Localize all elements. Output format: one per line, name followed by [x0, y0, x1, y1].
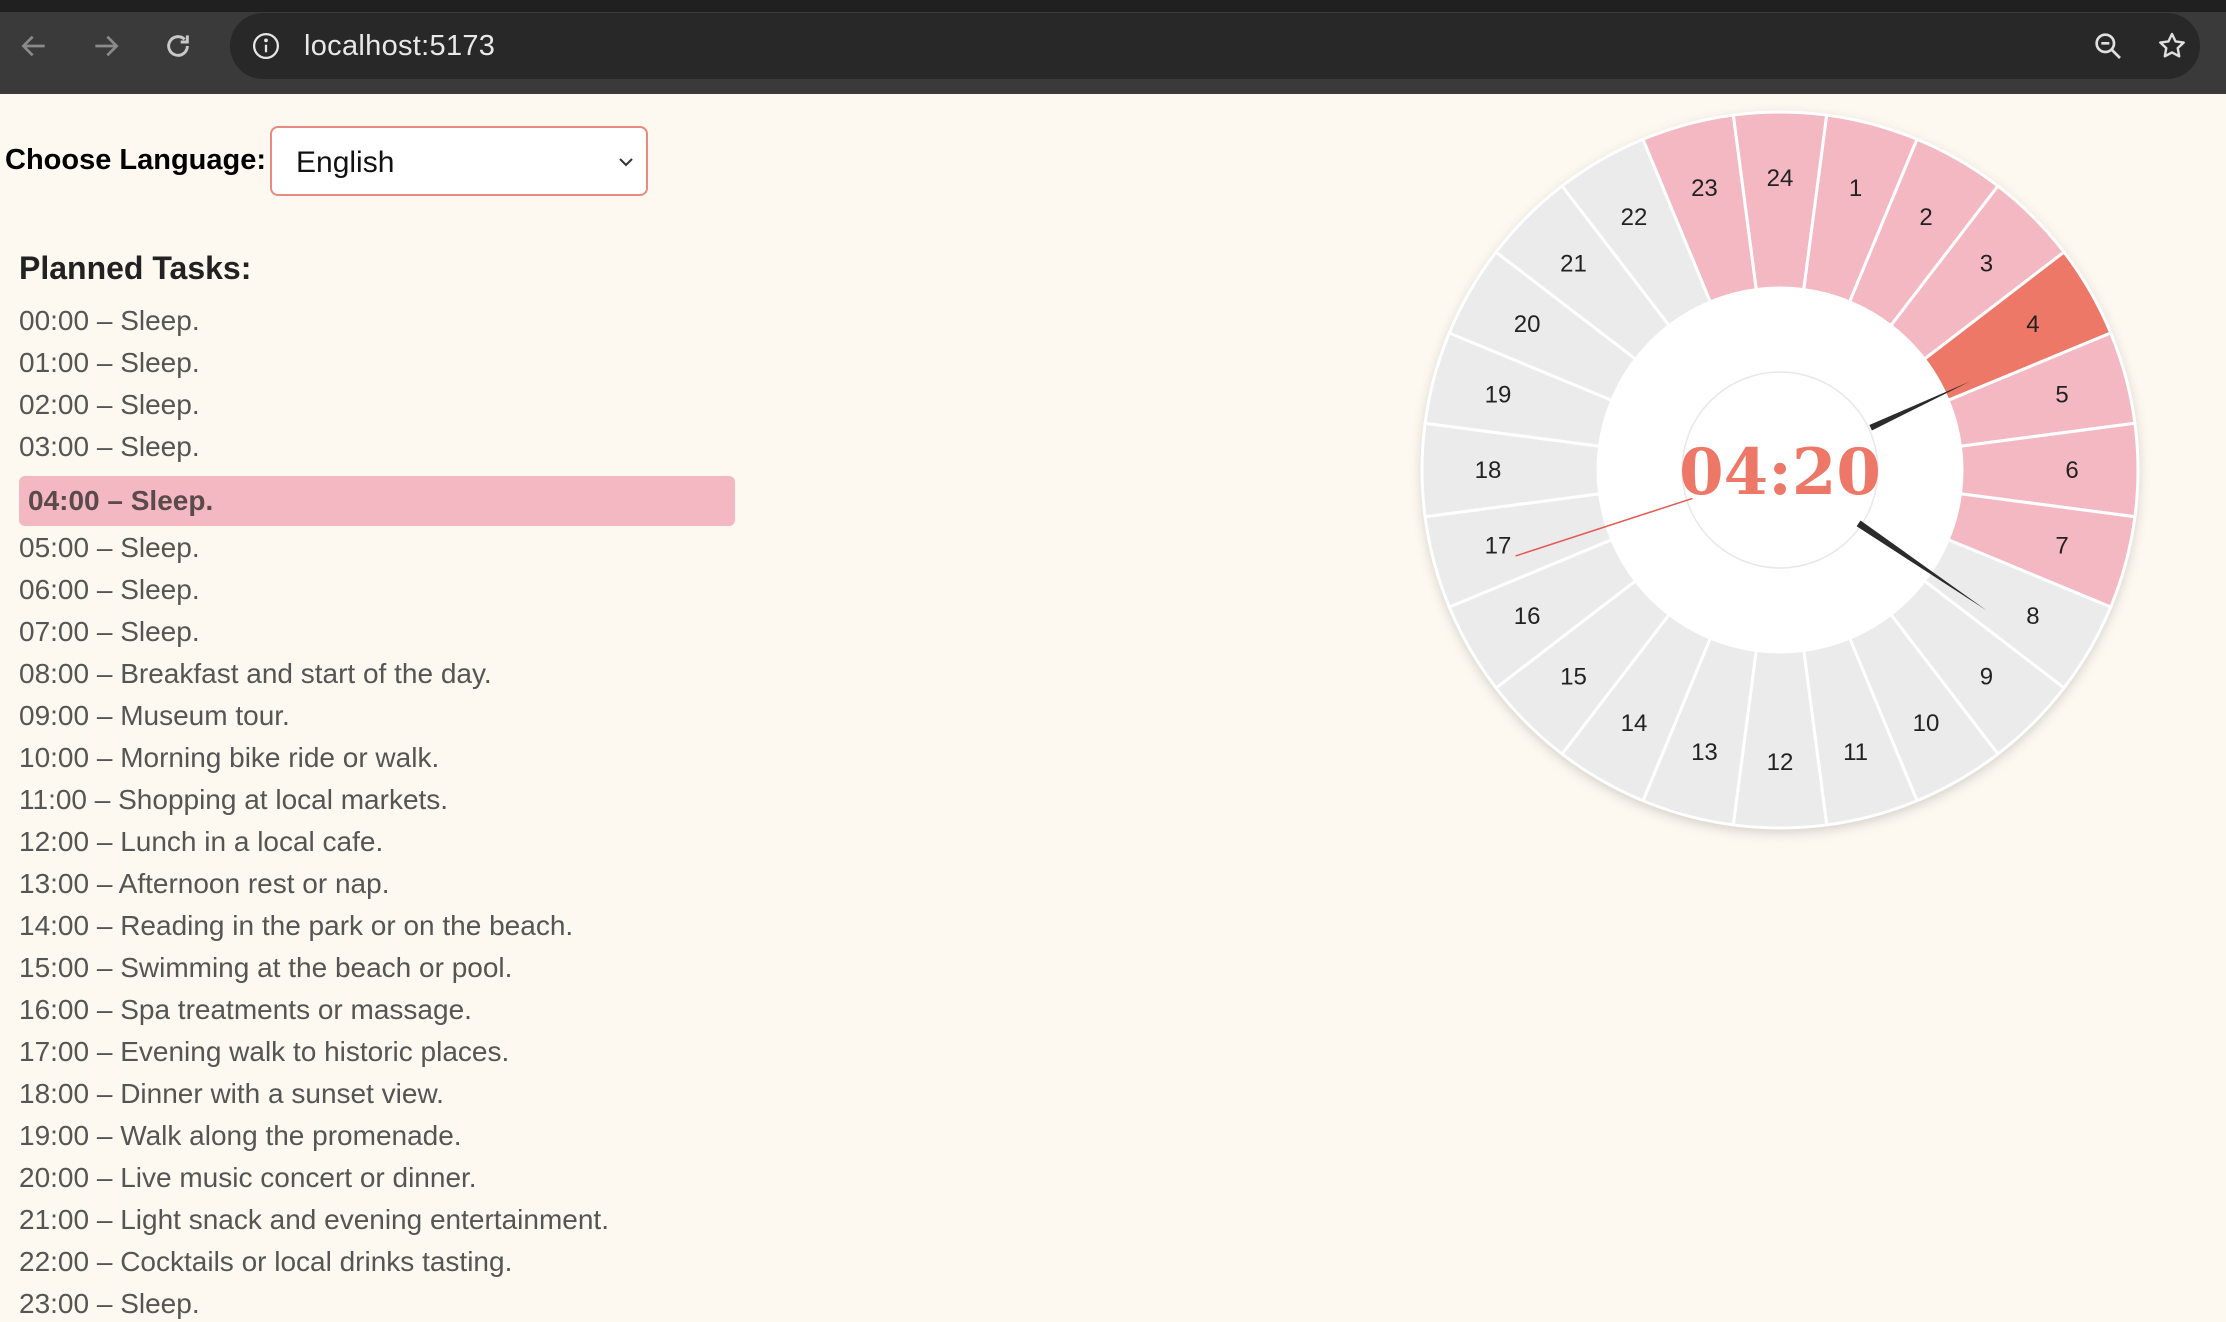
hour-label-12: 12 — [1767, 749, 1794, 776]
task-list: 00:00 – Sleep. 01:00 – Sleep. 02:00 – Slee… — [0, 0, 800, 1322]
clock-dial: 24 1234567891011121314151617181920212223 … — [1420, 110, 2140, 830]
task-item: 10:00 – Morning bike ride or walk. — [19, 742, 440, 773]
hour-label-17: 17 — [1485, 533, 1512, 560]
task-item: 13:00 – Afternoon rest or nap. — [19, 868, 390, 899]
hour-label-13: 13 — [1691, 739, 1718, 766]
hour-label-8: 8 — [2026, 603, 2039, 630]
task-item: 21:00 – Light snack and evening entertai… — [19, 1204, 609, 1235]
task-item: 23:00 – Sleep. — [19, 1288, 200, 1319]
task-item: 07:00 – Sleep. — [19, 616, 200, 647]
task-item: 12:00 – Lunch in a local cafe. — [19, 826, 384, 857]
hour-label-23: 23 — [1691, 175, 1718, 202]
hour-label-20: 20 — [1514, 311, 1541, 338]
hour-label-3: 3 — [1980, 251, 1993, 278]
hour-label-24: 24 — [1767, 165, 1794, 192]
task-item-current: 04:00 – Sleep. — [19, 476, 735, 526]
task-item: 19:00 – Walk along the promenade. — [19, 1120, 462, 1151]
zoom-icon[interactable] — [2088, 26, 2128, 66]
task-item: 09:00 – Museum tour. — [19, 700, 290, 731]
hour-label-16: 16 — [1514, 603, 1541, 630]
task-item: 15:00 – Swimming at the beach or pool. — [19, 952, 513, 983]
hour-label-11: 11 — [1843, 739, 1868, 766]
hour-label-1: 1 — [1849, 175, 1862, 202]
hour-label-5: 5 — [2055, 381, 2068, 408]
task-item: 11:00 – Shopping at local markets. — [19, 784, 449, 815]
task-item: 22:00 – Cocktails or local drinks tastin… — [19, 1246, 513, 1277]
star-icon[interactable] — [2152, 26, 2192, 66]
clock-time: 04:20 — [1679, 435, 1881, 510]
task-item: 02:00 – Sleep. — [19, 389, 200, 420]
task-item: 00:00 – Sleep. — [19, 305, 200, 336]
task-item: 03:00 – Sleep. — [19, 431, 200, 462]
task-item: 08:00 – Breakfast and start of the day. — [19, 658, 492, 689]
task-item: 20:00 – Live music concert or dinner. — [19, 1162, 477, 1193]
hour-label-2: 2 — [1919, 204, 1932, 231]
hour-label-6: 6 — [2065, 457, 2078, 484]
task-item: 06:00 – Sleep. — [19, 574, 200, 605]
task-item: 18:00 – Dinner with a sunset view. — [19, 1078, 444, 1109]
task-item: 17:00 – Evening walk to historic places. — [19, 1036, 510, 1067]
hour-label-10: 10 — [1913, 710, 1940, 737]
task-item: 16:00 – Spa treatments or massage. — [19, 994, 472, 1025]
hour-label-21: 21 — [1560, 251, 1587, 278]
task-item: 01:00 – Sleep. — [19, 347, 200, 378]
hour-label-15: 15 — [1560, 663, 1587, 690]
task-item: 14:00 – Reading in the park or on the be… — [19, 910, 574, 941]
hour-label-19: 19 — [1485, 381, 1512, 408]
hour-label-22: 22 — [1621, 204, 1648, 231]
hour-label-18: 18 — [1475, 457, 1502, 484]
hour-label-4: 4 — [2026, 311, 2039, 338]
hour-label-14: 14 — [1621, 710, 1648, 737]
day-clock: 24 1 2 3 4 5 6 7 8 9 10 11 12 13 14 15 16 17 18 19 20 21 22 23 … — [1416, 106, 2144, 834]
task-item: 05:00 – Sleep. — [19, 532, 200, 563]
hour-label-7: 7 — [2055, 533, 2068, 560]
hour-label-9: 9 — [1980, 663, 1993, 690]
